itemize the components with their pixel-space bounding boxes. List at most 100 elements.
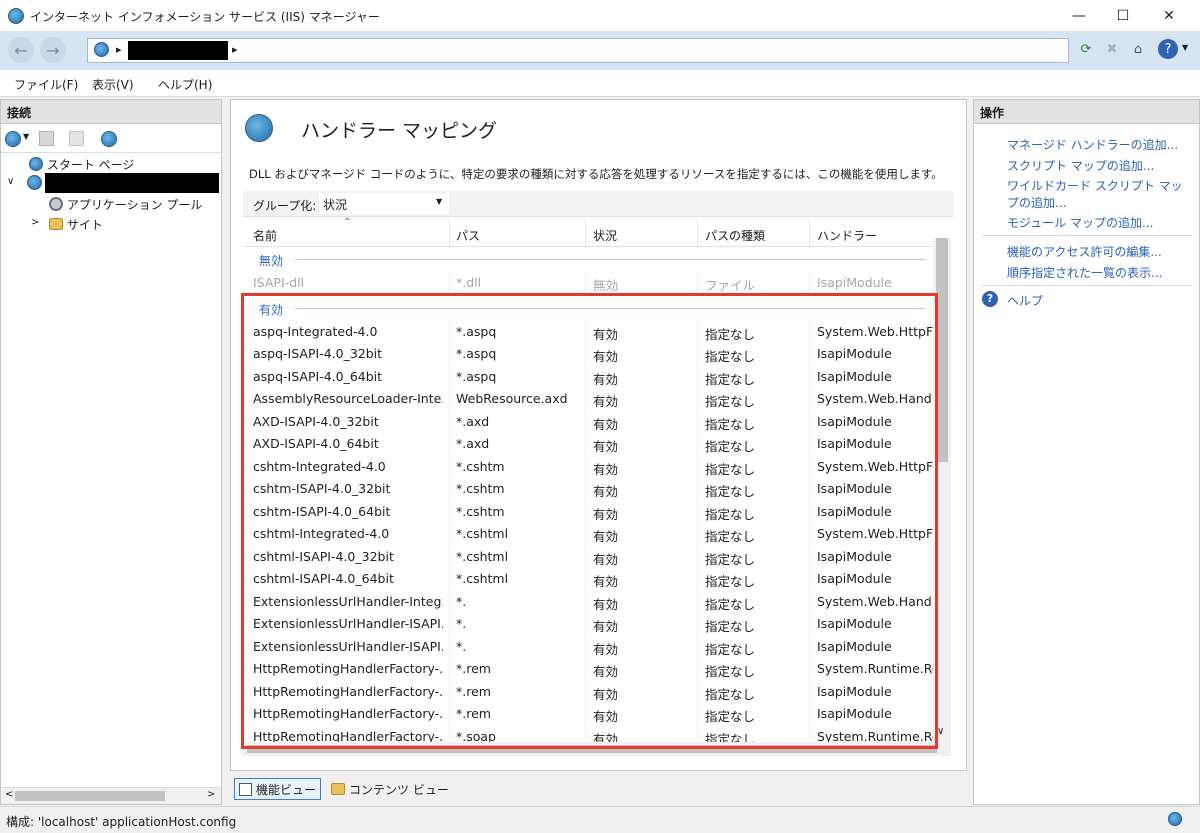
minimize-button[interactable]: — (1056, 0, 1102, 31)
scroll-thumb[interactable] (15, 791, 165, 801)
app-pools-label: アプリケーション プール (66, 198, 203, 212)
server-node-icon (27, 175, 42, 190)
connect-icon[interactable] (5, 131, 21, 147)
status-server-icon (1168, 812, 1182, 826)
maximize-button[interactable]: ☐ (1100, 0, 1146, 31)
content-view-icon (331, 783, 346, 795)
col-divider (697, 221, 698, 247)
help-link[interactable]: ヘルプ (1007, 292, 1043, 309)
cell-divider (697, 270, 698, 293)
group-label: 無効 (259, 254, 284, 268)
features-view-label: 機能ビュー (256, 782, 317, 797)
start-page-icon (29, 157, 43, 171)
connections-header: 接続 (1, 100, 221, 124)
sites-folder-icon (49, 218, 63, 230)
forward-button[interactable]: → (40, 37, 66, 63)
stop-icon[interactable]: ✖ (1102, 39, 1122, 59)
group-by-label: グループ化: (253, 199, 317, 213)
breadcrumb-separator: ▸ (116, 43, 122, 56)
close-button[interactable]: ✕ (1146, 0, 1192, 31)
page-title: ハンドラー マッピング (301, 120, 498, 142)
app-pool-icon (49, 197, 63, 211)
help-dropdown-icon[interactable]: ▼ (1182, 43, 1188, 52)
menu-bar: ファイル(F) 表示(V) ヘルプ(H) (0, 70, 1200, 97)
menu-help[interactable]: ヘルプ(H) (158, 76, 212, 93)
save-icon[interactable] (39, 131, 54, 146)
cell-handler: IsapiModule (817, 274, 892, 290)
group-by-value: 状況 (323, 198, 348, 212)
cell-divider (809, 270, 810, 293)
start-page-label: スタート ページ (46, 158, 135, 172)
connect-dropdown-icon[interactable]: ▼ (23, 132, 29, 141)
chevron-down-icon: ▼ (436, 197, 443, 206)
redacted-server-node[interactable] (45, 173, 219, 193)
scroll-down-icon[interactable]: ∨ (937, 726, 944, 737)
cell-state: 無効 (593, 277, 619, 293)
help-icon[interactable]: ? (1158, 39, 1178, 59)
actions-header: 操作 (974, 100, 1199, 124)
menu-file[interactable]: ファイル(F) (14, 76, 78, 93)
home-icon[interactable]: ⌂ (1128, 39, 1148, 59)
disconnect-icon[interactable] (101, 131, 117, 147)
col-divider (449, 221, 450, 247)
group-by-bar: グループ化: 状況 ▼ (243, 191, 953, 217)
group-by-select[interactable]: 状況 ▼ (319, 193, 449, 214)
cell-divider (585, 270, 586, 293)
up-icon[interactable] (69, 131, 84, 146)
sites-label: サイト (66, 218, 103, 232)
col-header-path[interactable]: パス (456, 227, 480, 244)
view-switcher: 機能ビュー コンテンツ ビュー (234, 778, 453, 800)
cell-path-type: ファイル (705, 277, 756, 293)
scroll-right-icon[interactable]: > (207, 789, 215, 800)
cell-path: *.dll (456, 274, 482, 290)
col-divider (809, 221, 810, 247)
feature-description: DLL およびマネージド コードのように、特定の要求の種類に対する応答を処理する… (249, 167, 943, 181)
address-bar[interactable]: ▸ ▸ (87, 38, 1069, 63)
refresh-icon[interactable]: ⟳ (1076, 39, 1096, 59)
tree-app-pools[interactable]: アプリケーション プール (49, 196, 202, 213)
content-view-label: コンテンツ ビュー (349, 782, 449, 797)
tree-expand-icon[interactable]: ∨ (7, 176, 14, 187)
connections-toolbar: ▼ (1, 125, 221, 153)
table-row[interactable]: ISAPI-dll *.dll 無効 ファイル IsapiModule (243, 270, 933, 294)
col-header-name[interactable]: 名前 (253, 227, 277, 244)
status-bar: 構成: 'localhost' applicationHost.config (0, 806, 1200, 833)
features-view-tab[interactable]: 機能ビュー (234, 778, 322, 800)
tree-sites[interactable]: サイト (49, 216, 103, 233)
breadcrumb-separator-2: ▸ (232, 43, 238, 56)
view-ordered-list-link[interactable]: 順序指定された一覧の表示... (1007, 264, 1162, 281)
col-header-handler[interactable]: ハンドラー (817, 227, 877, 244)
group-header[interactable]: 無効 (243, 248, 933, 271)
add-script-map-link[interactable]: スクリプト マップの追加... (1007, 157, 1154, 174)
title-bar: インターネット インフォメーション サービス (IIS) マネージャー — ☐ … (0, 0, 1200, 31)
iis-app-icon (8, 8, 24, 24)
content-view-tab[interactable]: コンテンツ ビュー (327, 778, 453, 800)
add-wildcard-script-map-link[interactable]: ワイルドカード スクリプト マップの追加... (1007, 178, 1191, 212)
handler-mappings-icon (245, 114, 273, 142)
menu-view[interactable]: 表示(V) (92, 76, 134, 93)
server-icon (94, 42, 109, 57)
col-header-state[interactable]: 状況 (593, 227, 617, 244)
edit-feature-permissions-link[interactable]: 機能のアクセス許可の編集... (1007, 243, 1162, 260)
back-button[interactable]: ← (8, 37, 34, 63)
group-divider (295, 259, 925, 260)
scroll-left-icon[interactable]: < (5, 789, 13, 800)
left-hscrollbar[interactable]: < > (1, 787, 221, 804)
redacted-server-name (128, 41, 228, 60)
feature-panel: ハンドラー マッピング DLL およびマネージド コードのように、特定の要求の種… (230, 99, 967, 771)
cell-name: ISAPI-dll (253, 274, 305, 290)
grid-header: 名前 ⌃ パス 状況 パスの種類 ハンドラー (243, 217, 933, 247)
actions-divider (982, 235, 1192, 236)
features-view-icon (239, 782, 252, 796)
add-managed-handler-link[interactable]: マネージド ハンドラーの追加... (1007, 136, 1178, 153)
tree-start-page[interactable]: スタート ページ (29, 156, 134, 173)
col-header-path-type[interactable]: パスの種類 (705, 227, 765, 244)
sort-ascending-icon: ⌃ (343, 217, 352, 228)
add-module-map-link[interactable]: モジュール マップの追加... (1007, 214, 1153, 231)
highlight-box (241, 293, 938, 749)
status-text: 構成: 'localhost' applicationHost.config (6, 815, 237, 829)
col-divider (585, 221, 586, 247)
actions-panel: 操作 マネージド ハンドラーの追加... スクリプト マップの追加... ワイル… (973, 99, 1200, 805)
sites-expand-icon[interactable]: > (31, 217, 39, 228)
actions-divider-2 (982, 285, 1192, 286)
